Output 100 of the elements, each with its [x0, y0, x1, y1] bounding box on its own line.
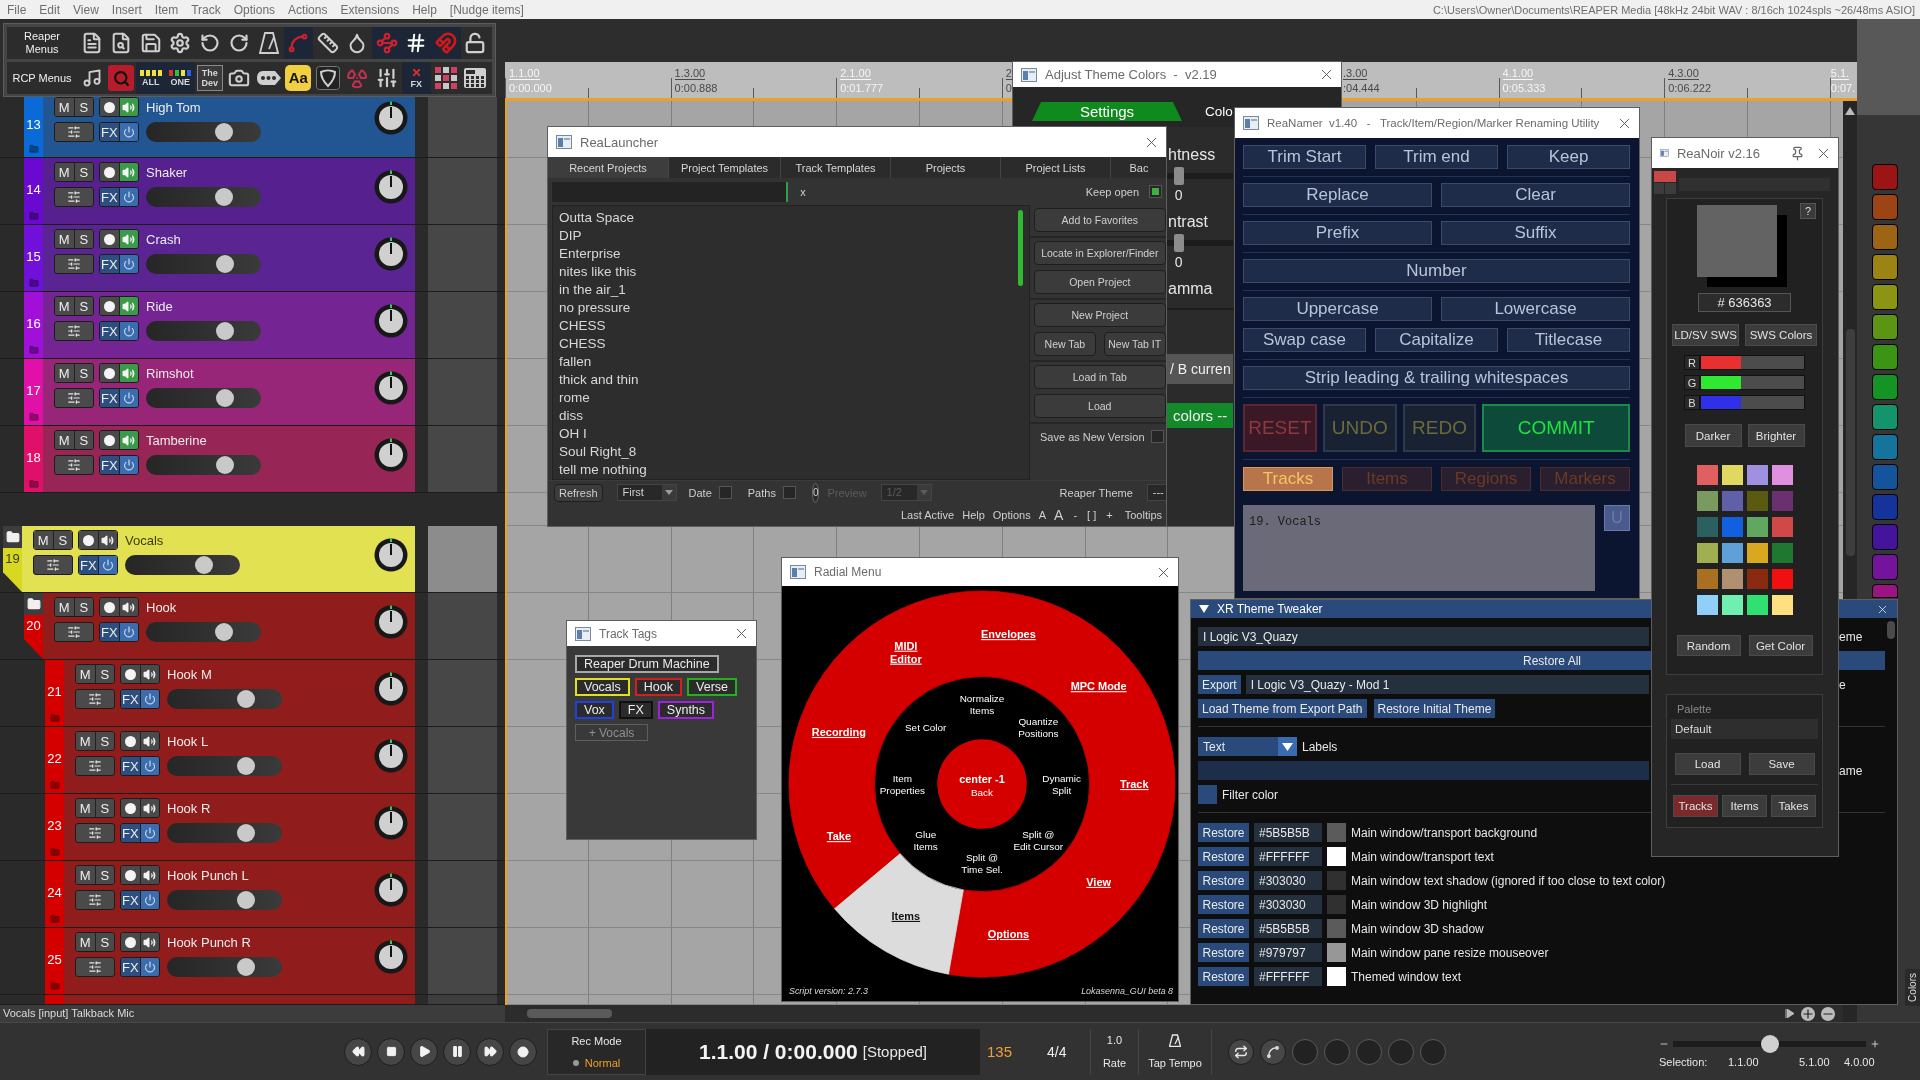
- routing-button[interactable]: [54, 254, 94, 274]
- color-swatch-icon[interactable]: [1872, 254, 1898, 280]
- hex-field[interactable]: #FFFFFF: [1254, 847, 1322, 866]
- color-swatch-icon[interactable]: [1721, 543, 1743, 563]
- volume-fader[interactable]: [167, 756, 282, 776]
- color-swatch-icon[interactable]: [1696, 543, 1718, 563]
- mute-button[interactable]: M: [55, 163, 75, 181]
- pan-knob[interactable]: [374, 605, 408, 639]
- tempo-readout[interactable]: 135: [987, 1043, 1027, 1060]
- tab[interactable]: Project Lists: [1001, 157, 1111, 178]
- project-list-item[interactable]: rome: [559, 389, 590, 407]
- pan-knob[interactable]: [374, 873, 408, 907]
- routing-button[interactable]: [54, 321, 94, 341]
- rename-button[interactable]: Keep: [1507, 145, 1630, 169]
- mute-button[interactable]: M: [55, 297, 75, 315]
- fx-button[interactable]: FX: [100, 188, 120, 206]
- filter-checkbox[interactable]: [1198, 785, 1217, 804]
- color-swatch-icon[interactable]: [1696, 595, 1718, 615]
- pause-button[interactable]: [443, 1037, 471, 1066]
- menu-item[interactable]: Item: [148, 2, 185, 17]
- restore-button[interactable]: Restore: [1198, 967, 1249, 986]
- size-button[interactable]: +: [1106, 508, 1113, 521]
- action-button[interactable]: Open Project: [1034, 270, 1166, 294]
- fx-button[interactable]: FX: [100, 123, 120, 141]
- menu-item[interactable]: Insert: [105, 2, 148, 17]
- action-button[interactable]: Add to Favorites: [1034, 208, 1166, 232]
- color-swatch-icon[interactable]: [1872, 554, 1898, 580]
- tag-chip[interactable]: Vocals: [575, 678, 630, 696]
- project-list-item[interactable]: in the air_1: [559, 281, 626, 299]
- radial-inner-item[interactable]: Normalize Items: [959, 692, 1005, 716]
- fader-thumb[interactable]: [236, 891, 255, 909]
- pin-button[interactable]: [1790, 145, 1805, 161]
- color-swatch-icon[interactable]: [1771, 595, 1793, 615]
- color-swatch-icon[interactable]: [1771, 517, 1793, 537]
- fx-button[interactable]: FX: [79, 556, 99, 574]
- project-list-item[interactable]: Soul Right_8: [559, 443, 637, 461]
- fx-button[interactable]: FX: [100, 456, 120, 474]
- volume-fader[interactable]: [125, 555, 240, 575]
- target-tab[interactable]: Takes: [1771, 795, 1816, 817]
- volume-fader[interactable]: [167, 823, 282, 843]
- pan-knob[interactable]: [374, 806, 408, 840]
- color-swatch-icon[interactable]: [1872, 224, 1898, 250]
- fader-thumb[interactable]: [236, 958, 255, 976]
- record-mode-panel[interactable]: Rec Mode Normal: [547, 1028, 646, 1075]
- color-swatch-icon[interactable]: [1872, 344, 1898, 370]
- radial-inner-item[interactable]: Dynamic Split: [1042, 772, 1081, 796]
- rename-button[interactable]: Uppercase: [1243, 297, 1432, 321]
- fx-button[interactable]: FX: [100, 623, 120, 641]
- rename-button[interactable]: Swap case: [1243, 328, 1366, 352]
- fader-thumb[interactable]: [215, 322, 234, 340]
- scrollbar-thumb[interactable]: [527, 1009, 612, 1018]
- radial-inner-item[interactable]: Split @ Edit Cursor: [1013, 828, 1064, 852]
- color-swatch-icon[interactable]: [1721, 491, 1743, 511]
- tab[interactable]: Recent Projects: [548, 157, 669, 178]
- project-list-item[interactable]: diss: [559, 407, 583, 425]
- routing-button[interactable]: [54, 622, 94, 642]
- fader-thumb[interactable]: [236, 824, 255, 842]
- routing-button[interactable]: [54, 122, 94, 142]
- swatch-stack-icon[interactable]: [1654, 171, 1676, 194]
- menu-item[interactable]: Track: [185, 2, 227, 17]
- color-swatch-icon[interactable]: [1872, 164, 1898, 190]
- color-swatch-icon[interactable]: [1872, 404, 1898, 430]
- colors-tab[interactable]: Colors: [1905, 969, 1920, 1006]
- toolbar-button[interactable]: The Dev: [195, 62, 225, 94]
- color-swatch-icon[interactable]: [1771, 543, 1793, 563]
- rename-button[interactable]: Strip leading & trailing whitespaces: [1243, 366, 1630, 390]
- target-tab[interactable]: Tracks: [1673, 795, 1718, 817]
- radial-menu-label[interactable]: Take: [826, 830, 851, 843]
- scrollbar-thumb[interactable]: [1018, 210, 1023, 286]
- mute-button[interactable]: M: [55, 230, 75, 248]
- record-arm-button[interactable]: [121, 665, 141, 683]
- mute-button[interactable]: M: [34, 531, 54, 549]
- tab[interactable]: Settings: [1032, 102, 1182, 121]
- help-button[interactable]: ?: [1800, 203, 1816, 219]
- name-filter-field[interactable]: [1198, 761, 1649, 780]
- radial-menu-label[interactable]: Options: [987, 928, 1030, 940]
- fader-thumb[interactable]: [215, 456, 234, 474]
- smaller-font-button[interactable]: A: [1038, 508, 1047, 521]
- volume-fader[interactable]: [146, 254, 261, 274]
- rename-button[interactable]: Capitalize: [1375, 328, 1498, 352]
- color-swatch-icon[interactable]: [1721, 465, 1743, 485]
- palette-name-field[interactable]: Default: [1671, 719, 1818, 739]
- theme-dropdown[interactable]: ---: [1146, 484, 1166, 501]
- record-arm-button[interactable]: [121, 933, 141, 951]
- search-field[interactable]: [552, 181, 789, 202]
- playrate-panel[interactable]: 1.0 Rate: [1090, 1028, 1139, 1075]
- folder-icon[interactable]: [24, 593, 43, 615]
- toolbar-button[interactable]: Aa: [283, 62, 313, 94]
- slider-thumb[interactable]: [1760, 1035, 1779, 1053]
- hex-field[interactable]: #303030: [1254, 895, 1322, 914]
- category-dropdown[interactable]: Text: [1198, 737, 1297, 756]
- restore-button[interactable]: Restore: [1198, 871, 1249, 890]
- mute-button[interactable]: M: [76, 866, 96, 884]
- action-button[interactable]: New Tab IT: [1103, 332, 1166, 356]
- mute-button[interactable]: M: [76, 933, 96, 951]
- play-button[interactable]: [410, 1037, 438, 1066]
- project-list-item[interactable]: no pressure: [559, 299, 631, 317]
- tooltips-toggle[interactable]: Tooltips: [1124, 508, 1162, 521]
- pan-knob[interactable]: [374, 940, 408, 974]
- action-button[interactable]: Locate in Explorer/Finder: [1034, 241, 1166, 265]
